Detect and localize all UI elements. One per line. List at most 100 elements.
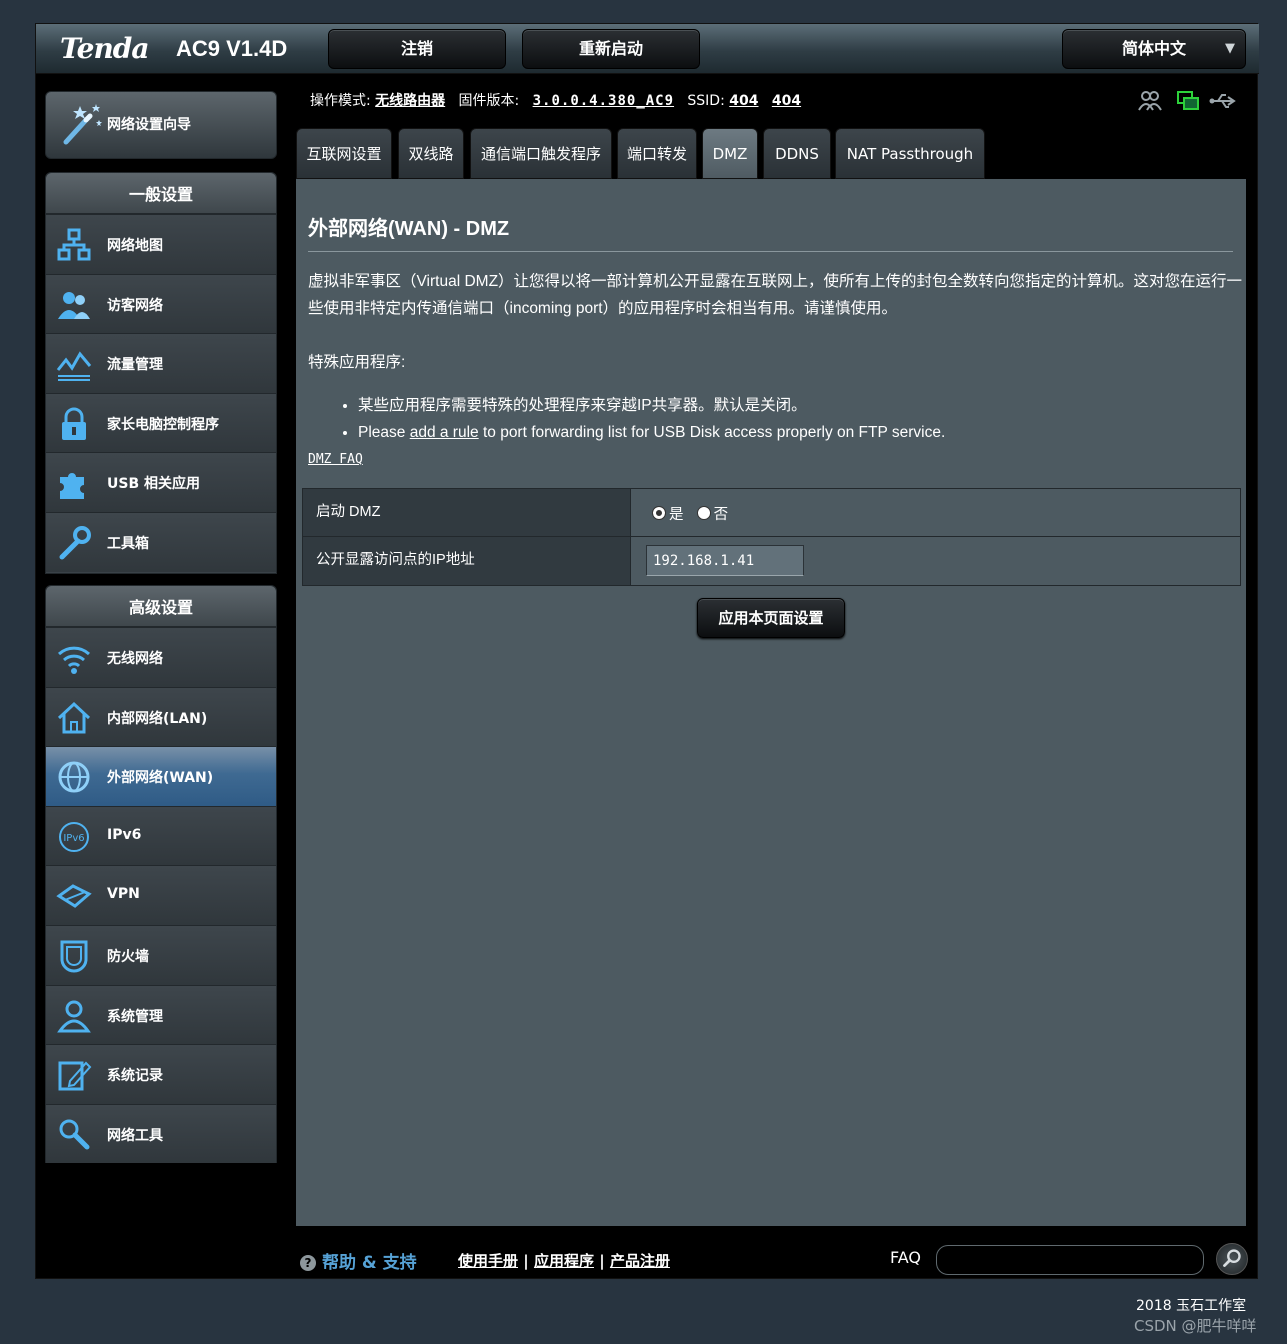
question-icon: ? — [300, 1255, 316, 1271]
help-support-link[interactable]: ? 帮助 & 支持 — [300, 1248, 417, 1273]
ipv6-icon: IPv6 — [59, 821, 89, 852]
language-select[interactable]: 简体中文 ▼ — [1062, 29, 1246, 69]
firmware-label: 固件版本: — [458, 93, 520, 109]
tab-internet[interactable]: 互联网设置 — [296, 128, 392, 179]
separator: | — [523, 1252, 529, 1270]
ssid-link-2[interactable]: 404 — [772, 93, 801, 109]
network-tools-icon — [59, 1119, 90, 1150]
brand-logo: Tenda — [60, 32, 150, 65]
apps-link[interactable]: 应用程序 — [534, 1252, 594, 1270]
dmz-faq-link[interactable]: DMZ FAQ — [308, 452, 363, 467]
tab-port-forward[interactable]: 端口转发 — [617, 128, 697, 179]
special-apps-title: 特殊应用程序: — [308, 354, 406, 371]
apply-button[interactable]: 应用本页面设置 — [697, 598, 845, 638]
faq-label: FAQ — [890, 1248, 921, 1267]
sidebar-item-label: IPv6 — [107, 826, 142, 843]
status-icons — [1138, 91, 1236, 111]
sidebar-item-toolbox[interactable]: 工具箱 — [46, 511, 276, 572]
list-item: Please add a rule to port forwarding lis… — [358, 419, 945, 446]
faq-search-input[interactable] — [936, 1245, 1204, 1275]
title-divider — [308, 251, 1233, 252]
separator: | — [599, 1252, 605, 1270]
clients-icon[interactable] — [1138, 91, 1162, 111]
dmz-settings-table: 启动 DMZ 是 否 公开显露访问点的IP地址 — [302, 488, 1241, 586]
add-rule-link[interactable]: add a rule — [410, 424, 479, 441]
sidebar-item-ipv6[interactable]: IPv6 IPv6 — [46, 805, 276, 866]
enable-dmz-yes-radio[interactable] — [652, 506, 666, 520]
register-link[interactable]: 产品注册 — [610, 1252, 670, 1270]
sidebar-item-lan[interactable]: 内部网络(LAN) — [46, 686, 276, 747]
usb-icon[interactable] — [1209, 94, 1236, 108]
sidebar-item-label: 外部网络(WAN) — [107, 770, 214, 787]
ssid-label: SSID: — [687, 93, 725, 109]
exposed-ip-label: 公开显露访问点的IP地址 — [303, 537, 631, 585]
sidebar-item-wan[interactable]: 外部网络(WAN) — [46, 746, 276, 806]
tab-dual-wan[interactable]: 双线路 — [398, 128, 464, 179]
enable-dmz-label: 启动 DMZ — [303, 489, 631, 536]
reboot-button[interactable]: 重新启动 — [522, 29, 700, 69]
top-header: Tenda AC9 V1.4D 注销 重新启动 简体中文 ▼ — [36, 24, 1259, 74]
sidebar-item-label: 防火墙 — [107, 948, 149, 965]
sidebar-item-wireless[interactable]: 无线网络 — [46, 627, 276, 687]
main-content: 外部网络(WAN) - DMZ 虚拟非军事区（Virtual DMZ）让您得以将… — [296, 179, 1246, 1226]
enable-dmz-options: 是 否 — [632, 489, 1240, 536]
sidebar-item-label: 无线网络 — [107, 651, 163, 667]
logout-button[interactable]: 注销 — [328, 29, 506, 69]
enable-dmz-no-radio[interactable] — [696, 506, 711, 520]
mode-link[interactable]: 无线路由器 — [375, 93, 445, 109]
exposed-ip-input[interactable] — [646, 545, 804, 576]
usb-puzzle-icon — [60, 473, 84, 500]
sidebar-item-firewall[interactable]: 防火墙 — [46, 924, 276, 985]
sidebar-item-vpn[interactable]: VPN — [46, 865, 276, 925]
network-status-icon[interactable] — [1177, 91, 1199, 110]
sidebar-item-network-tools[interactable]: 网络工具 — [46, 1103, 276, 1164]
mode-label: 操作模式: — [310, 93, 371, 109]
guest-network-icon — [58, 291, 90, 319]
shield-icon — [60, 940, 88, 973]
search-icon[interactable] — [1216, 1243, 1248, 1275]
router-admin-window: Tenda AC9 V1.4D 注销 重新启动 简体中文 ▼ 网络设置向导 一般… — [35, 23, 1259, 1279]
copyright-text: 2018 玉石工作室 — [1136, 1298, 1247, 1314]
sidebar-item-usb-apps[interactable]: USB 相关应用 — [46, 452, 276, 512]
ssid-link-1[interactable]: 404 — [729, 93, 758, 109]
tab-ddns[interactable]: DDNS — [763, 128, 831, 179]
sidebar-item-system-log[interactable]: 系统记录 — [46, 1044, 276, 1104]
wizard-label: 网络设置向导 — [107, 117, 191, 133]
setup-wizard-button[interactable]: 网络设置向导 — [45, 91, 277, 159]
bullet-text-pre: Please — [358, 424, 410, 441]
sidebar-item-label: 系统记录 — [107, 1068, 163, 1085]
firmware-link[interactable]: 3.0.0.4.380_AC9 — [533, 93, 674, 109]
footer: ? 帮助 & 支持 使用手册 | 应用程序 | 产品注册 FAQ — [296, 1236, 1256, 1276]
sidebar-item-administration[interactable]: 系统管理 — [46, 984, 276, 1045]
chevron-down-icon: ▼ — [1225, 41, 1235, 56]
sidebar-item-label: 家长电脑控制程序 — [107, 416, 219, 433]
language-value: 简体中文 — [1121, 39, 1186, 58]
tab-port-trigger[interactable]: 通信端口触发程序 — [470, 128, 612, 179]
sidebar-item-parental-control[interactable]: 家长电脑控制程序 — [46, 392, 276, 453]
advanced-settings-title: 高级设置 — [46, 586, 276, 627]
sidebar-item-label: USB 相关应用 — [107, 476, 200, 493]
sidebar-item-label: 流量管理 — [107, 357, 163, 374]
tab-nat-passthrough[interactable]: NAT Passthrough — [835, 128, 985, 179]
help-label: 帮助 & 支持 — [322, 1253, 417, 1273]
page-title: 外部网络(WAN) - DMZ — [308, 218, 510, 240]
sidebar-item-guest-network[interactable]: 访客网络 — [46, 273, 276, 334]
watermark-text: CSDN @肥牛咩咩 — [1134, 1317, 1257, 1335]
user-icon — [57, 1000, 91, 1033]
home-icon — [57, 701, 91, 734]
traffic-icon — [56, 351, 92, 382]
sidebar-item-label: 工具箱 — [107, 535, 149, 552]
general-settings-title: 一般设置 — [46, 173, 276, 214]
bullet-text-post: to port forwarding list for USB Disk acc… — [478, 424, 946, 441]
dmz-description: 虚拟非军事区（Virtual DMZ）让您得以将一部计算机公开显露在互联网上，使… — [308, 273, 1243, 317]
list-item: 某些应用程序需要特殊的处理程序来穿越IP共享器。默认是关闭。 — [358, 392, 945, 419]
advanced-settings-panel: 高级设置 无线网络 内部网络(LAN) 外部网络(WAN) IPv6 IPv6 … — [45, 585, 277, 1164]
sidebar-item-network-map[interactable]: 网络地图 — [46, 214, 276, 274]
sidebar-item-label: 网络工具 — [107, 1127, 163, 1144]
model-name: AC9 V1.4D — [176, 36, 288, 61]
wrench-icon — [59, 525, 91, 560]
sidebar-item-traffic-manager[interactable]: 流量管理 — [46, 333, 276, 393]
tab-dmz[interactable]: DMZ — [702, 128, 758, 179]
table-row: 启动 DMZ 是 否 — [303, 489, 1240, 537]
manual-link[interactable]: 使用手册 — [458, 1252, 518, 1270]
